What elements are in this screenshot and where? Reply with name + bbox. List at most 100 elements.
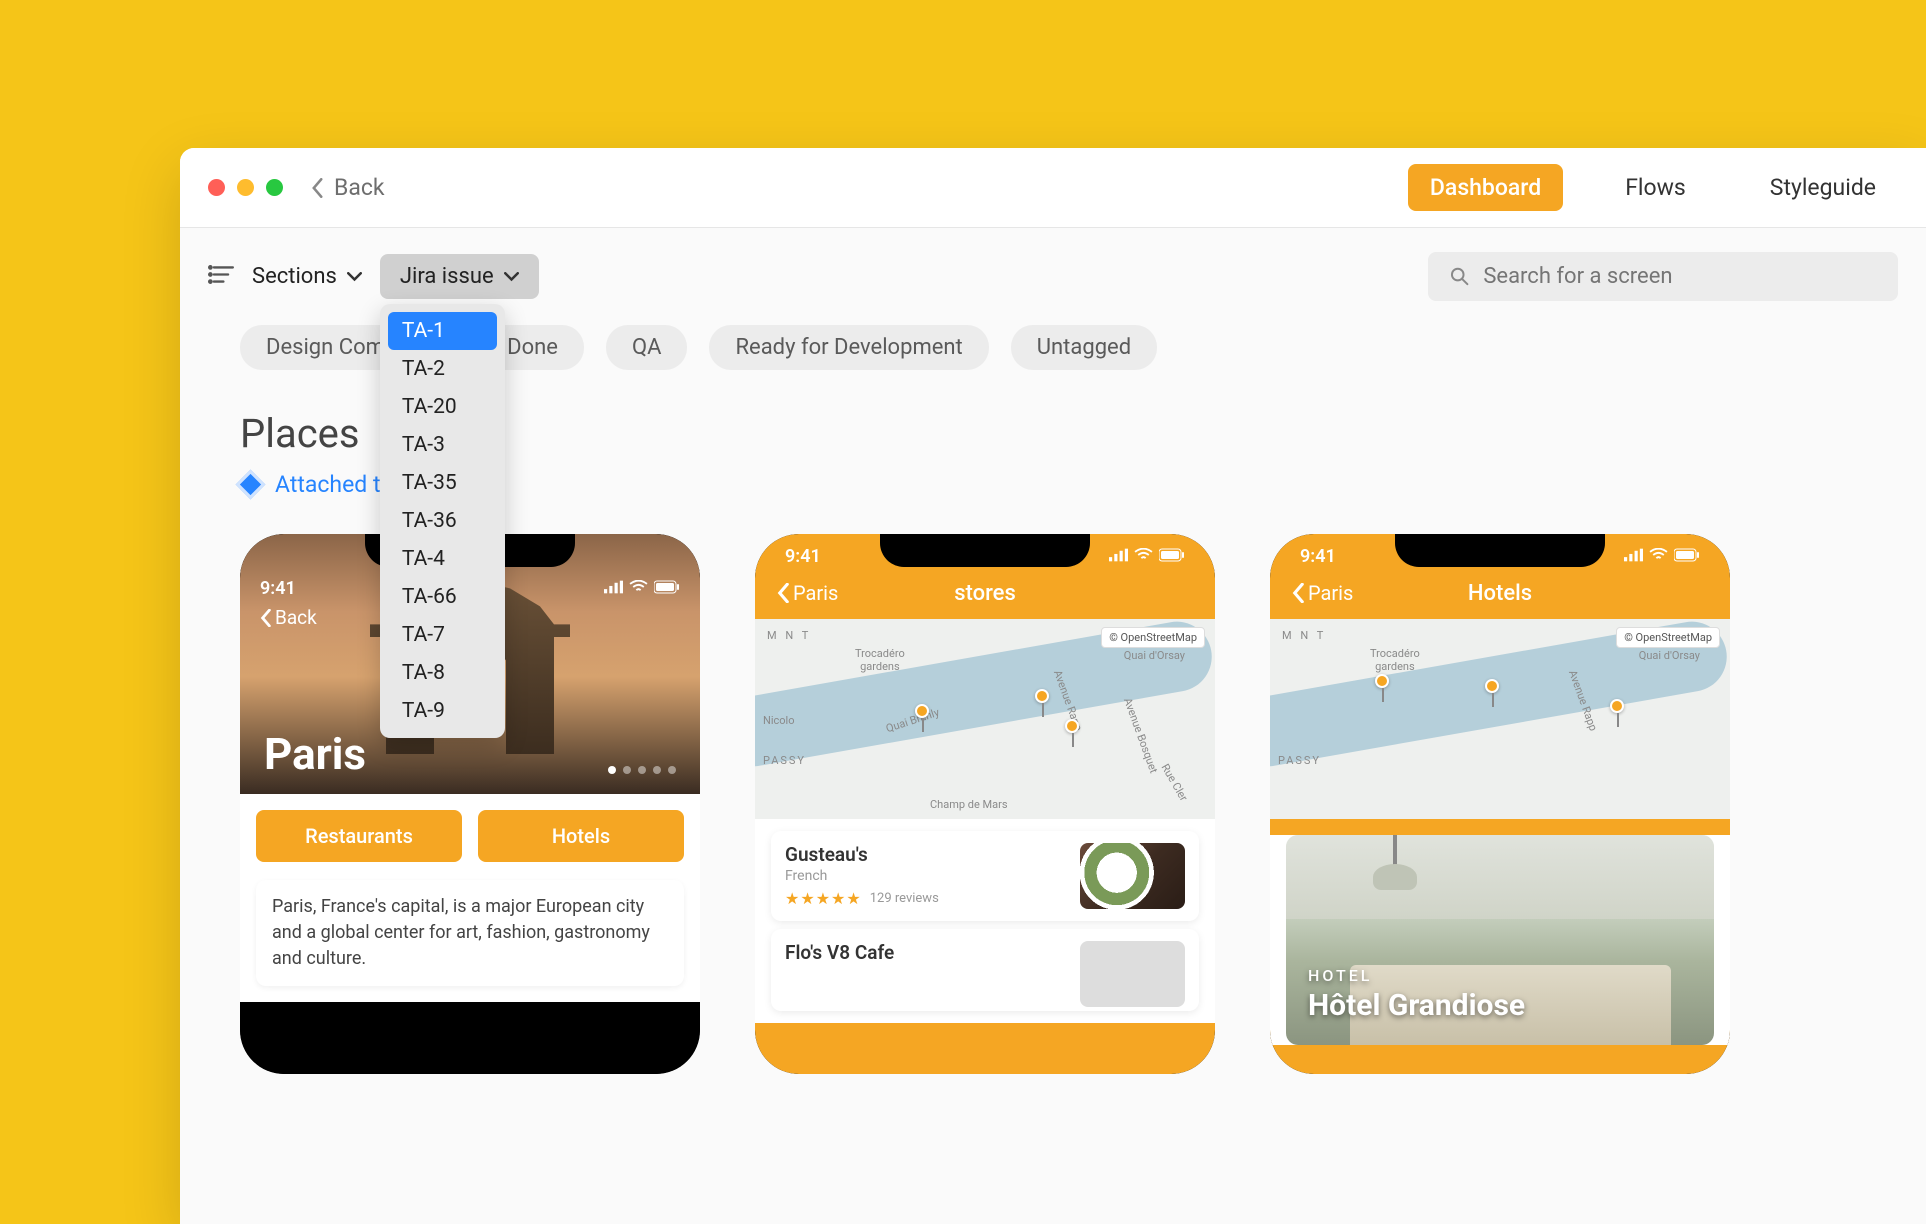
close-window-button[interactable] xyxy=(208,179,225,196)
battery-icon xyxy=(654,578,680,599)
battery-icon xyxy=(1674,546,1700,567)
map-label: Quai d'Orsay xyxy=(1124,649,1185,662)
map-label: M N T xyxy=(767,629,811,642)
status-icons xyxy=(604,578,680,599)
map-pin[interactable] xyxy=(1035,689,1049,703)
back-button[interactable]: Back xyxy=(311,174,385,201)
jira-option[interactable]: TA-7 xyxy=(388,616,497,654)
phone-back-label: Paris xyxy=(1308,581,1353,605)
restaurants-button[interactable]: Restaurants xyxy=(256,810,462,862)
toolbar: Sections Jira issue TA-1TA-2TA-20TA-3TA-… xyxy=(180,228,1926,319)
search-icon xyxy=(1450,266,1469,287)
hotel-name: Hôtel Grandiose xyxy=(1308,988,1525,1023)
status-time: 9:41 xyxy=(1300,546,1336,567)
wifi-icon xyxy=(1134,546,1153,567)
jira-issue-dropdown[interactable]: Jira issue xyxy=(380,254,539,299)
review-count: 129 reviews xyxy=(870,891,939,906)
tag-pill[interactable]: QA xyxy=(606,325,688,370)
jira-option[interactable]: TA-36 xyxy=(388,502,497,540)
signal-icon xyxy=(1109,546,1128,567)
battery-icon xyxy=(1159,546,1185,567)
maximize-window-button[interactable] xyxy=(266,179,283,196)
status-icons xyxy=(1624,546,1700,567)
map-label: Quai d'Orsay xyxy=(1639,649,1700,662)
attached-text: Attached to xyxy=(275,471,393,498)
sections-label: Sections xyxy=(252,264,337,289)
tab-dashboard[interactable]: Dashboard xyxy=(1408,164,1563,211)
map-attribution: © OpenStreetMap xyxy=(1101,627,1205,648)
chevron-down-icon xyxy=(347,272,362,282)
map-label: PASSY xyxy=(1278,754,1321,767)
map-label: M N T xyxy=(1282,629,1326,642)
sort-icon[interactable] xyxy=(208,263,234,290)
phone-back-button[interactable]: Back xyxy=(260,606,317,629)
jira-option[interactable]: TA-1 xyxy=(388,312,497,350)
map-view[interactable]: © OpenStreetMap M N T Trocadéro gardens … xyxy=(1270,619,1730,819)
map-pin[interactable] xyxy=(1065,719,1079,733)
status-time: 9:41 xyxy=(785,546,821,567)
map-view[interactable]: © OpenStreetMap M N T Trocadéro gardens … xyxy=(755,619,1215,819)
jira-option[interactable]: TA-8 xyxy=(388,654,497,692)
map-label: Avenue Bosquet xyxy=(1121,696,1160,775)
tab-styleguide[interactable]: Styleguide xyxy=(1748,164,1898,211)
jira-dropdown-menu: TA-1TA-2TA-20TA-3TA-35TA-36TA-4TA-66TA-7… xyxy=(380,304,505,738)
phone-back-button[interactable]: Paris xyxy=(777,581,838,605)
chevron-left-icon xyxy=(777,583,790,603)
tag-pill[interactable]: Untagged xyxy=(1011,325,1157,370)
tab-flows[interactable]: Flows xyxy=(1603,164,1708,211)
signal-icon xyxy=(604,578,623,599)
hotel-kicker: HOTEL xyxy=(1308,966,1525,985)
chevron-left-icon xyxy=(1292,583,1305,603)
minimize-window-button[interactable] xyxy=(237,179,254,196)
list-item-thumbnail xyxy=(1080,843,1185,909)
list-item-subtitle: French xyxy=(785,868,939,884)
description-card: Paris, France's capital, is a major Euro… xyxy=(256,880,684,986)
map-pin[interactable] xyxy=(915,704,929,718)
map-label: Champ de Mars xyxy=(930,798,1008,811)
back-label: Back xyxy=(334,174,385,201)
list-item[interactable]: Gusteau's French ★★★★★ 129 reviews xyxy=(771,831,1199,921)
jira-label: Jira issue xyxy=(400,264,494,289)
wifi-icon xyxy=(629,578,648,599)
carousel-dots[interactable] xyxy=(608,766,676,774)
jira-option[interactable]: TA-3 xyxy=(388,426,497,464)
map-pin[interactable] xyxy=(1375,674,1389,688)
screen-card-hotels[interactable]: 9:41 Paris Hotels © OpenS xyxy=(1270,534,1730,1074)
chevron-down-icon xyxy=(504,272,519,282)
phone-title: Hotels xyxy=(1468,581,1532,606)
chevron-left-icon xyxy=(260,609,272,627)
hotels-button[interactable]: Hotels xyxy=(478,810,684,862)
list-item-name: Flo's V8 Cafe xyxy=(785,941,894,964)
hero-title: Paris xyxy=(264,728,366,780)
jira-option[interactable]: TA-66 xyxy=(388,578,497,616)
status-icons xyxy=(1109,546,1185,567)
map-label: Rue Cler xyxy=(1159,762,1191,804)
jira-option[interactable]: TA-35 xyxy=(388,464,497,502)
hotel-card[interactable]: HOTEL Hôtel Grandiose xyxy=(1286,835,1714,1045)
star-rating: ★★★★★ xyxy=(785,889,862,908)
nav-tabs: Dashboard Flows Styleguide xyxy=(1408,164,1898,211)
list-item[interactable]: Flo's V8 Cafe xyxy=(771,929,1199,1011)
sections-dropdown[interactable]: Sections xyxy=(252,264,362,289)
search-input[interactable] xyxy=(1483,264,1876,289)
map-label: Trocadéro gardens xyxy=(1370,647,1420,673)
jira-icon xyxy=(236,470,266,500)
wifi-icon xyxy=(1649,546,1668,567)
jira-option[interactable]: TA-20 xyxy=(388,388,497,426)
list-item-thumbnail xyxy=(1080,941,1185,1007)
jira-option[interactable]: TA-4 xyxy=(388,540,497,578)
chevron-left-icon xyxy=(311,178,324,198)
search-box[interactable] xyxy=(1428,252,1898,301)
screen-card-stores[interactable]: 9:41 Paris stores © OpenS xyxy=(755,534,1215,1074)
jira-option[interactable]: TA-2 xyxy=(388,350,497,388)
title-bar: Back Dashboard Flows Styleguide xyxy=(180,148,1926,228)
map-pin[interactable] xyxy=(1610,699,1624,713)
list-item-name: Gusteau's xyxy=(785,843,939,866)
signal-icon xyxy=(1624,546,1643,567)
map-pin[interactable] xyxy=(1485,679,1499,693)
phone-back-button[interactable]: Paris xyxy=(1292,581,1353,605)
tag-pill[interactable]: Ready for Development xyxy=(709,325,988,370)
phone-back-label: Back xyxy=(275,606,317,629)
jira-option[interactable]: TA-9 xyxy=(388,692,497,730)
status-time: 9:41 xyxy=(260,578,296,599)
